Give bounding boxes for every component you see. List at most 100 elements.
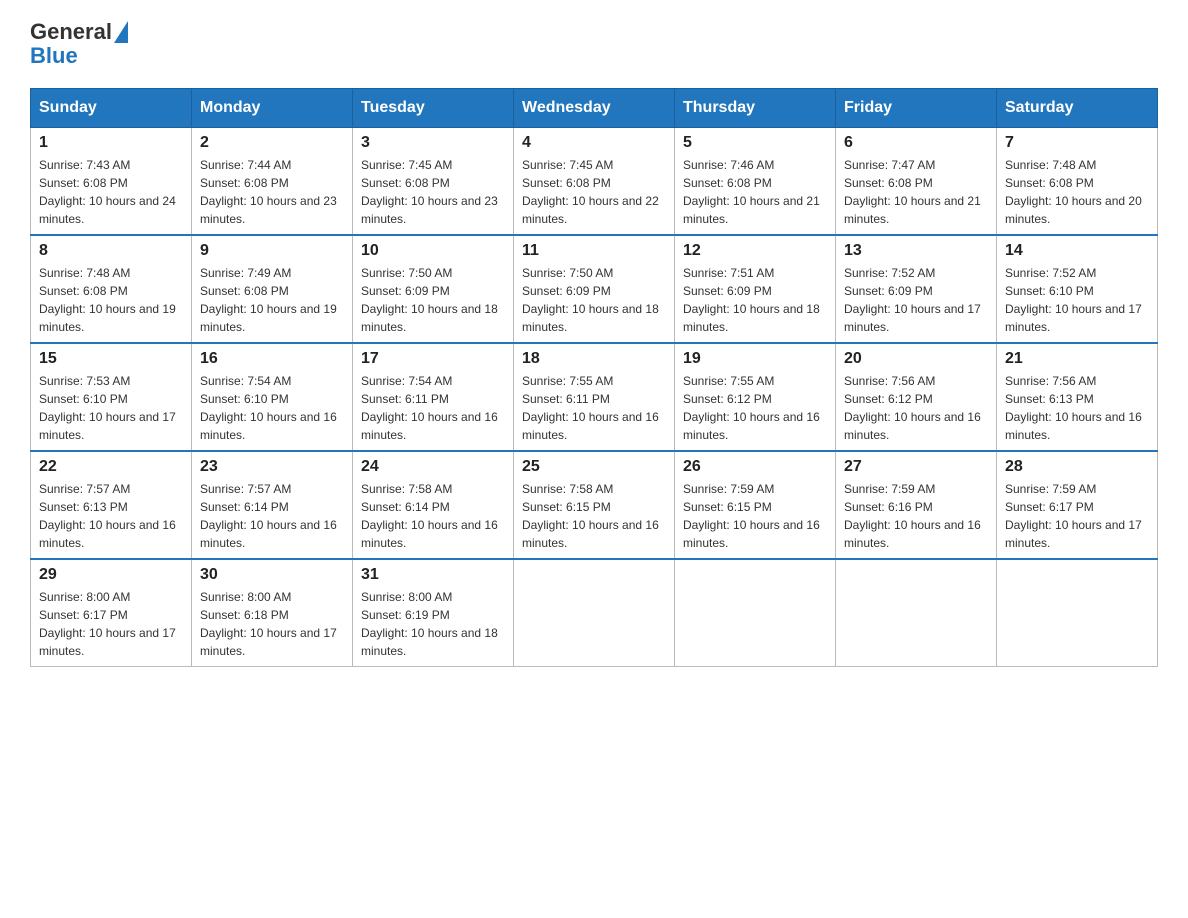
calendar-cell [514, 559, 675, 667]
calendar-cell: 18 Sunrise: 7:55 AM Sunset: 6:11 PM Dayl… [514, 343, 675, 451]
day-number: 12 [683, 242, 827, 260]
calendar-cell: 28 Sunrise: 7:59 AM Sunset: 6:17 PM Dayl… [997, 451, 1158, 559]
calendar-cell: 31 Sunrise: 8:00 AM Sunset: 6:19 PM Dayl… [353, 559, 514, 667]
day-info: Sunrise: 7:51 AM Sunset: 6:09 PM Dayligh… [683, 264, 827, 336]
day-number: 4 [522, 134, 666, 152]
calendar-cell: 13 Sunrise: 7:52 AM Sunset: 6:09 PM Dayl… [836, 235, 997, 343]
day-info: Sunrise: 7:49 AM Sunset: 6:08 PM Dayligh… [200, 264, 344, 336]
day-info: Sunrise: 7:45 AM Sunset: 6:08 PM Dayligh… [361, 156, 505, 228]
day-number: 14 [1005, 242, 1149, 260]
day-info: Sunrise: 7:57 AM Sunset: 6:14 PM Dayligh… [200, 480, 344, 552]
logo-general: General [30, 20, 112, 44]
calendar-cell: 7 Sunrise: 7:48 AM Sunset: 6:08 PM Dayli… [997, 128, 1158, 236]
calendar-cell: 15 Sunrise: 7:53 AM Sunset: 6:10 PM Dayl… [31, 343, 192, 451]
calendar-cell: 9 Sunrise: 7:49 AM Sunset: 6:08 PM Dayli… [192, 235, 353, 343]
calendar-cell: 30 Sunrise: 8:00 AM Sunset: 6:18 PM Dayl… [192, 559, 353, 667]
calendar-cell: 4 Sunrise: 7:45 AM Sunset: 6:08 PM Dayli… [514, 128, 675, 236]
day-number: 3 [361, 134, 505, 152]
calendar-cell: 16 Sunrise: 7:54 AM Sunset: 6:10 PM Dayl… [192, 343, 353, 451]
calendar-cell: 24 Sunrise: 7:58 AM Sunset: 6:14 PM Dayl… [353, 451, 514, 559]
calendar-cell: 27 Sunrise: 7:59 AM Sunset: 6:16 PM Dayl… [836, 451, 997, 559]
page-header: General Blue [30, 20, 1158, 68]
calendar-header-monday: Monday [192, 89, 353, 128]
day-number: 27 [844, 458, 988, 476]
calendar-week-row: 8 Sunrise: 7:48 AM Sunset: 6:08 PM Dayli… [31, 235, 1158, 343]
calendar-week-row: 29 Sunrise: 8:00 AM Sunset: 6:17 PM Dayl… [31, 559, 1158, 667]
calendar-header-friday: Friday [836, 89, 997, 128]
calendar-cell: 3 Sunrise: 7:45 AM Sunset: 6:08 PM Dayli… [353, 128, 514, 236]
day-info: Sunrise: 7:58 AM Sunset: 6:14 PM Dayligh… [361, 480, 505, 552]
calendar-header-row: SundayMondayTuesdayWednesdayThursdayFrid… [31, 89, 1158, 128]
calendar-cell: 21 Sunrise: 7:56 AM Sunset: 6:13 PM Dayl… [997, 343, 1158, 451]
calendar-table: SundayMondayTuesdayWednesdayThursdayFrid… [30, 88, 1158, 667]
calendar-header-wednesday: Wednesday [514, 89, 675, 128]
logo-triangle-icon [114, 21, 128, 43]
calendar-cell: 8 Sunrise: 7:48 AM Sunset: 6:08 PM Dayli… [31, 235, 192, 343]
day-info: Sunrise: 7:55 AM Sunset: 6:11 PM Dayligh… [522, 372, 666, 444]
day-number: 9 [200, 242, 344, 260]
day-number: 25 [522, 458, 666, 476]
day-number: 20 [844, 350, 988, 368]
calendar-cell [675, 559, 836, 667]
logo: General Blue [30, 20, 128, 68]
calendar-cell: 5 Sunrise: 7:46 AM Sunset: 6:08 PM Dayli… [675, 128, 836, 236]
day-number: 23 [200, 458, 344, 476]
calendar-cell [997, 559, 1158, 667]
calendar-cell: 14 Sunrise: 7:52 AM Sunset: 6:10 PM Dayl… [997, 235, 1158, 343]
day-info: Sunrise: 7:48 AM Sunset: 6:08 PM Dayligh… [39, 264, 183, 336]
day-info: Sunrise: 8:00 AM Sunset: 6:17 PM Dayligh… [39, 588, 183, 660]
calendar-cell [836, 559, 997, 667]
day-number: 17 [361, 350, 505, 368]
day-info: Sunrise: 7:43 AM Sunset: 6:08 PM Dayligh… [39, 156, 183, 228]
day-number: 2 [200, 134, 344, 152]
calendar-cell: 23 Sunrise: 7:57 AM Sunset: 6:14 PM Dayl… [192, 451, 353, 559]
day-info: Sunrise: 8:00 AM Sunset: 6:19 PM Dayligh… [361, 588, 505, 660]
calendar-cell: 11 Sunrise: 7:50 AM Sunset: 6:09 PM Dayl… [514, 235, 675, 343]
day-info: Sunrise: 7:46 AM Sunset: 6:08 PM Dayligh… [683, 156, 827, 228]
day-number: 15 [39, 350, 183, 368]
day-info: Sunrise: 7:56 AM Sunset: 6:12 PM Dayligh… [844, 372, 988, 444]
day-number: 10 [361, 242, 505, 260]
day-info: Sunrise: 8:00 AM Sunset: 6:18 PM Dayligh… [200, 588, 344, 660]
calendar-cell: 25 Sunrise: 7:58 AM Sunset: 6:15 PM Dayl… [514, 451, 675, 559]
calendar-cell: 6 Sunrise: 7:47 AM Sunset: 6:08 PM Dayli… [836, 128, 997, 236]
calendar-cell: 22 Sunrise: 7:57 AM Sunset: 6:13 PM Dayl… [31, 451, 192, 559]
day-number: 6 [844, 134, 988, 152]
day-number: 5 [683, 134, 827, 152]
calendar-cell: 17 Sunrise: 7:54 AM Sunset: 6:11 PM Dayl… [353, 343, 514, 451]
day-number: 8 [39, 242, 183, 260]
day-number: 11 [522, 242, 666, 260]
day-number: 16 [200, 350, 344, 368]
day-info: Sunrise: 7:59 AM Sunset: 6:16 PM Dayligh… [844, 480, 988, 552]
day-info: Sunrise: 7:54 AM Sunset: 6:10 PM Dayligh… [200, 372, 344, 444]
day-info: Sunrise: 7:54 AM Sunset: 6:11 PM Dayligh… [361, 372, 505, 444]
day-number: 28 [1005, 458, 1149, 476]
calendar-header-tuesday: Tuesday [353, 89, 514, 128]
day-info: Sunrise: 7:52 AM Sunset: 6:10 PM Dayligh… [1005, 264, 1149, 336]
day-number: 30 [200, 566, 344, 584]
day-info: Sunrise: 7:58 AM Sunset: 6:15 PM Dayligh… [522, 480, 666, 552]
day-info: Sunrise: 7:52 AM Sunset: 6:09 PM Dayligh… [844, 264, 988, 336]
day-info: Sunrise: 7:50 AM Sunset: 6:09 PM Dayligh… [522, 264, 666, 336]
day-number: 19 [683, 350, 827, 368]
day-number: 24 [361, 458, 505, 476]
day-number: 22 [39, 458, 183, 476]
calendar-header-thursday: Thursday [675, 89, 836, 128]
day-number: 29 [39, 566, 183, 584]
calendar-cell: 20 Sunrise: 7:56 AM Sunset: 6:12 PM Dayl… [836, 343, 997, 451]
day-info: Sunrise: 7:59 AM Sunset: 6:15 PM Dayligh… [683, 480, 827, 552]
day-info: Sunrise: 7:50 AM Sunset: 6:09 PM Dayligh… [361, 264, 505, 336]
calendar-cell: 1 Sunrise: 7:43 AM Sunset: 6:08 PM Dayli… [31, 128, 192, 236]
day-number: 1 [39, 134, 183, 152]
day-info: Sunrise: 7:48 AM Sunset: 6:08 PM Dayligh… [1005, 156, 1149, 228]
day-number: 7 [1005, 134, 1149, 152]
day-info: Sunrise: 7:45 AM Sunset: 6:08 PM Dayligh… [522, 156, 666, 228]
day-number: 18 [522, 350, 666, 368]
calendar-header-saturday: Saturday [997, 89, 1158, 128]
day-info: Sunrise: 7:57 AM Sunset: 6:13 PM Dayligh… [39, 480, 183, 552]
day-number: 26 [683, 458, 827, 476]
calendar-week-row: 15 Sunrise: 7:53 AM Sunset: 6:10 PM Dayl… [31, 343, 1158, 451]
day-info: Sunrise: 7:55 AM Sunset: 6:12 PM Dayligh… [683, 372, 827, 444]
day-number: 13 [844, 242, 988, 260]
calendar-cell: 19 Sunrise: 7:55 AM Sunset: 6:12 PM Dayl… [675, 343, 836, 451]
